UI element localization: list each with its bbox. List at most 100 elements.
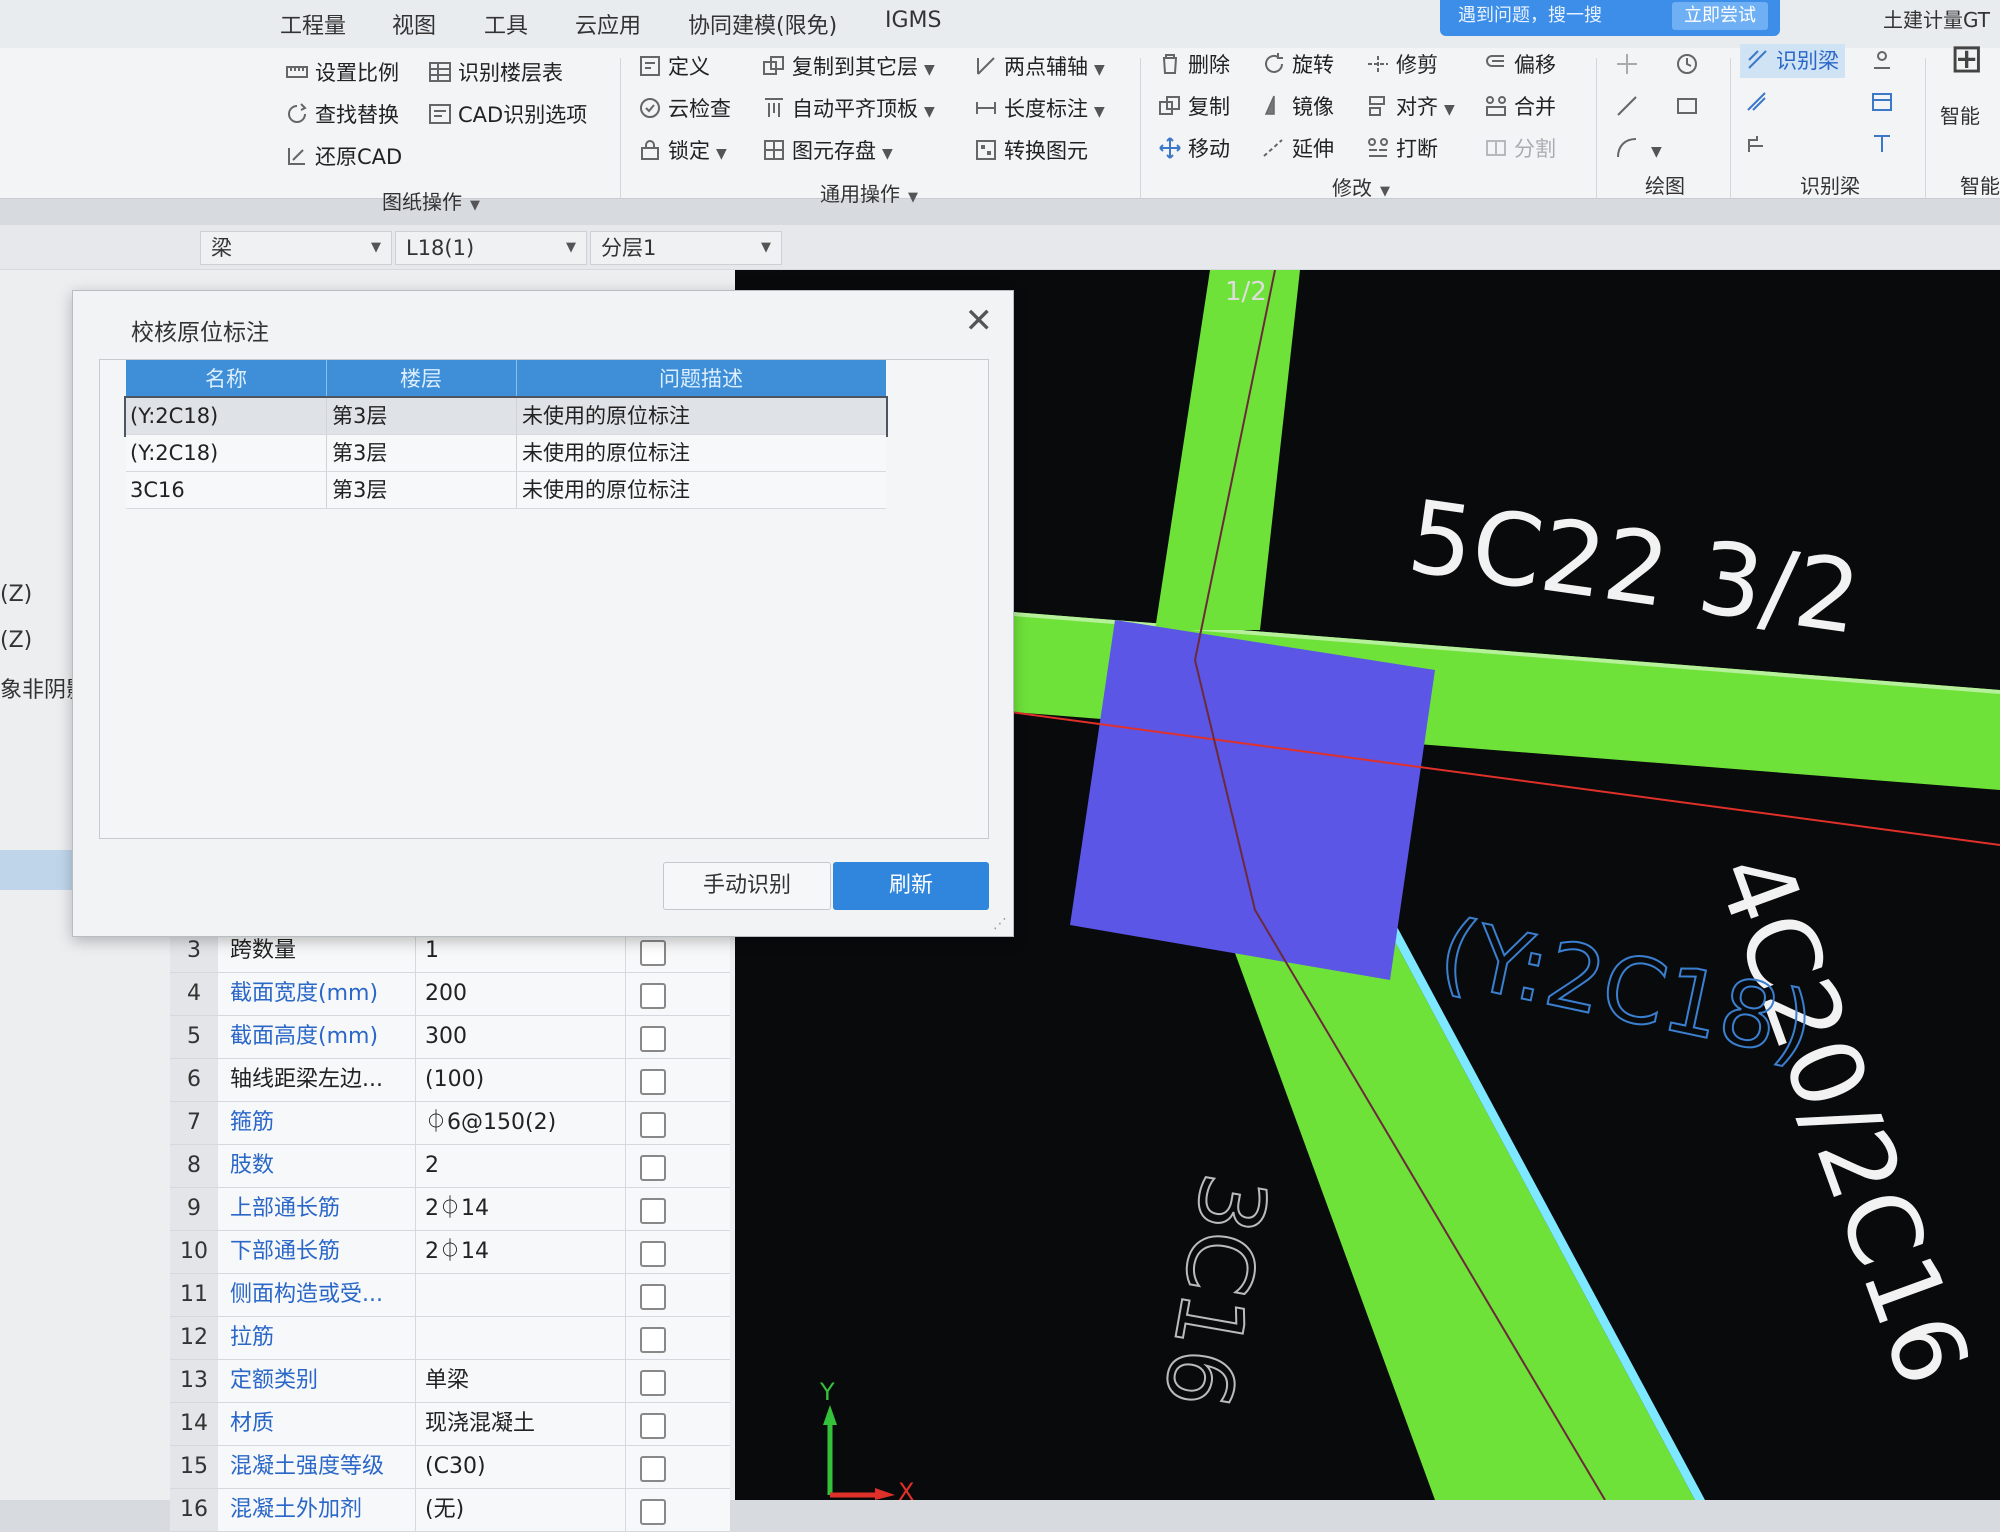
- draw-arc-tool[interactable]: [1675, 48, 1705, 82]
- drawing-ops-group[interactable]: 图纸操作 ▼: [382, 186, 480, 215]
- length-mark-button[interactable]: 长度标注 ▼: [974, 92, 1105, 126]
- modify-group[interactable]: 修改 ▼: [1332, 172, 1390, 201]
- element-store-button[interactable]: 图元存盘 ▼: [762, 134, 893, 168]
- split-button[interactable]: 分割: [1484, 132, 1556, 166]
- property-value[interactable]: (无): [425, 1489, 464, 1531]
- property-checkbox[interactable]: [640, 1155, 666, 1181]
- property-value[interactable]: (100): [425, 1059, 484, 1101]
- property-value[interactable]: (C30): [425, 1446, 486, 1488]
- try-now-button[interactable]: 立即尝试: [1672, 2, 1768, 30]
- beam-tool-c[interactable]: [1870, 86, 1900, 120]
- property-checkbox[interactable]: [640, 1370, 666, 1396]
- merge-button[interactable]: 合并: [1484, 90, 1556, 124]
- copy-button[interactable]: 复制: [1158, 90, 1230, 124]
- property-value[interactable]: 2⏀14: [425, 1231, 489, 1273]
- rotate-button[interactable]: 旋转: [1262, 48, 1334, 82]
- property-row[interactable]: 5 截面高度(mm) 300: [170, 1016, 730, 1059]
- refresh-button[interactable]: 刷新: [833, 862, 989, 910]
- property-value[interactable]: ⏀6@150(2): [425, 1102, 556, 1144]
- property-row[interactable]: 14 材质 现浇混凝土: [170, 1403, 730, 1446]
- table-row[interactable]: 3C16 第3层 未使用的原位标注: [126, 472, 886, 509]
- manual-identify-button[interactable]: 手动识别: [663, 862, 831, 910]
- restore-cad-button[interactable]: 还原CAD: [285, 140, 402, 174]
- property-checkbox[interactable]: [640, 1112, 666, 1138]
- col-header-name[interactable]: 名称: [126, 360, 326, 398]
- close-icon[interactable]: ✕: [965, 301, 994, 341]
- beam-tool-a[interactable]: [1870, 44, 1900, 78]
- property-row[interactable]: 11 侧面构造或受...: [170, 1274, 730, 1317]
- beam-tool-e[interactable]: [1870, 128, 1900, 162]
- trim-button[interactable]: 修剪: [1366, 48, 1438, 82]
- element-name-select[interactable]: L18(1) ▼: [395, 231, 587, 265]
- property-row[interactable]: 12 拉筋: [170, 1317, 730, 1360]
- property-value[interactable]: 200: [425, 973, 467, 1015]
- property-row[interactable]: 9 上部通长筋 2⏀14: [170, 1188, 730, 1231]
- beam-tool-d[interactable]: [1745, 128, 1775, 162]
- menu-tab-tools[interactable]: 工具: [484, 8, 528, 40]
- property-row[interactable]: 8 肢数 2: [170, 1145, 730, 1188]
- menu-tab-quantity[interactable]: 工程量: [280, 8, 346, 40]
- property-checkbox[interactable]: [640, 1413, 666, 1439]
- property-checkbox[interactable]: [640, 1456, 666, 1482]
- property-row[interactable]: 15 混凝土强度等级 (C30): [170, 1446, 730, 1489]
- property-checkbox[interactable]: [640, 1069, 666, 1095]
- property-checkbox[interactable]: [640, 1327, 666, 1353]
- property-row[interactable]: 13 定额类别 单梁: [170, 1360, 730, 1403]
- two-point-axis-button[interactable]: 两点辅轴 ▼: [974, 50, 1105, 84]
- property-row[interactable]: 16 混凝土外加剂 (无): [170, 1489, 730, 1532]
- property-checkbox[interactable]: [640, 940, 666, 966]
- delete-button[interactable]: 删除: [1158, 48, 1230, 82]
- property-row[interactable]: 4 截面宽度(mm) 200: [170, 973, 730, 1016]
- beam-vertical-top[interactable]: [1155, 270, 1300, 630]
- property-value[interactable]: 2: [425, 1145, 439, 1187]
- property-checkbox[interactable]: [640, 983, 666, 1009]
- element-type-select[interactable]: 梁 ▼: [200, 231, 392, 265]
- smart-layout-button[interactable]: ⊞: [1950, 39, 1984, 79]
- col-header-floor[interactable]: 楼层: [326, 360, 516, 398]
- offset-button[interactable]: 偏移: [1484, 48, 1556, 82]
- break-button[interactable]: 打断: [1366, 132, 1438, 166]
- property-checkbox[interactable]: [640, 1026, 666, 1052]
- cloud-check-button[interactable]: 云检查: [638, 92, 731, 126]
- draw-line-tool[interactable]: [1615, 90, 1645, 124]
- auto-align-top-button[interactable]: 自动平齐顶板 ▼: [762, 92, 935, 126]
- copy-to-other-floor-button[interactable]: 复制到其它层 ▼: [762, 50, 935, 84]
- property-checkbox[interactable]: [640, 1198, 666, 1224]
- find-replace-button[interactable]: 查找替换: [285, 98, 399, 132]
- menu-tab-view[interactable]: 视图: [392, 8, 436, 40]
- table-row[interactable]: (Y:2C18) 第3层 未使用的原位标注: [126, 435, 886, 472]
- draw-point-tool[interactable]: [1615, 48, 1645, 82]
- beam-tool-b[interactable]: [1745, 86, 1775, 120]
- property-checkbox[interactable]: [640, 1241, 666, 1267]
- property-row[interactable]: 6 轴线距梁左边... (100): [170, 1059, 730, 1102]
- property-value[interactable]: 现浇混凝土: [425, 1403, 535, 1445]
- identify-floor-table-button[interactable]: 识别楼层表: [428, 56, 563, 90]
- property-row[interactable]: 10 下部通长筋 2⏀14: [170, 1231, 730, 1274]
- draw-curve-tool[interactable]: ▼: [1615, 132, 1662, 166]
- mirror-button[interactable]: 镜像: [1262, 90, 1334, 124]
- layer-select[interactable]: 分层1 ▼: [590, 231, 782, 265]
- extend-button[interactable]: 延伸: [1262, 132, 1334, 166]
- property-checkbox[interactable]: [640, 1284, 666, 1310]
- col-header-desc[interactable]: 问题描述: [516, 360, 886, 398]
- property-checkbox[interactable]: [640, 1499, 666, 1525]
- property-value[interactable]: 单梁: [425, 1360, 469, 1402]
- define-button[interactable]: 定义: [638, 50, 710, 84]
- column[interactable]: [1070, 620, 1435, 980]
- set-scale-button[interactable]: 设置比例: [285, 56, 399, 90]
- property-value[interactable]: 300: [425, 1016, 467, 1058]
- identify-beam-button[interactable]: 识别梁: [1740, 44, 1845, 78]
- cad-options-button[interactable]: CAD识别选项: [428, 98, 587, 132]
- lock-button[interactable]: 锁定 ▼: [638, 134, 727, 168]
- table-row[interactable]: (Y:2C18) 第3层 未使用的原位标注: [124, 396, 888, 437]
- menu-tab-collab[interactable]: 协同建模(限免): [688, 8, 837, 40]
- menu-tab-cloud[interactable]: 云应用: [575, 8, 641, 40]
- common-ops-group[interactable]: 通用操作 ▼: [820, 178, 918, 207]
- property-value[interactable]: 2⏀14: [425, 1188, 489, 1230]
- move-button[interactable]: 移动: [1158, 132, 1230, 166]
- convert-element-button[interactable]: 转换图元: [974, 134, 1088, 168]
- property-row[interactable]: 7 箍筋 ⏀6@150(2): [170, 1102, 730, 1145]
- resize-grip-icon[interactable]: ⋰: [993, 916, 1007, 932]
- draw-rect-tool[interactable]: [1675, 90, 1705, 124]
- menu-tab-igms[interactable]: IGMS: [885, 8, 941, 33]
